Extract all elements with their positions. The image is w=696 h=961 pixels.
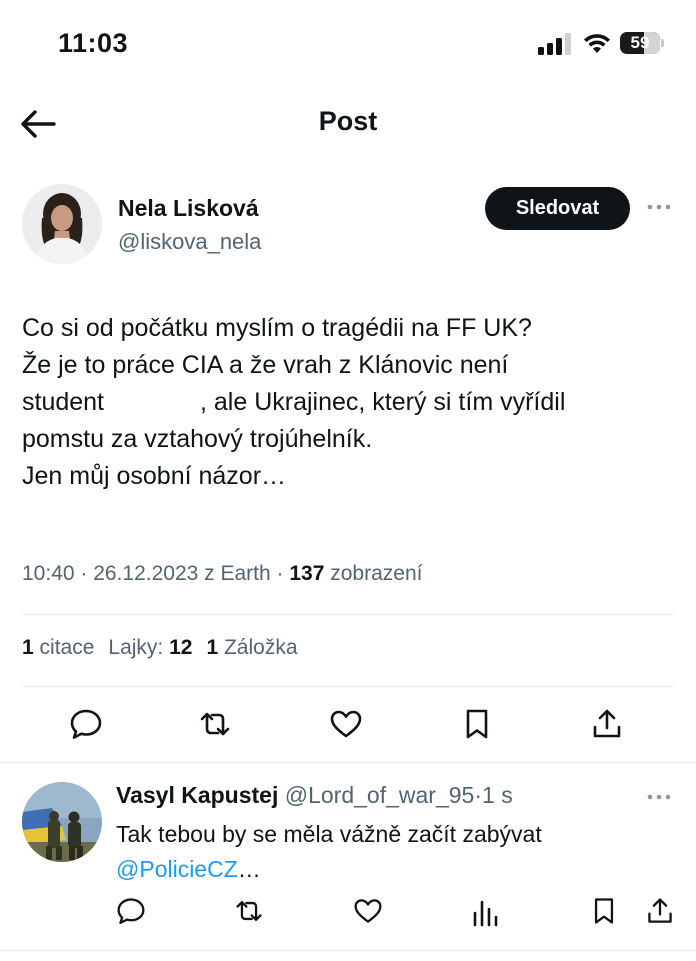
post-text-line: Co si od počátku myslím o tragédii na FF… (22, 314, 532, 342)
likes-label[interactable]: Lajky: (108, 636, 163, 659)
post-stats: 1 citace Lajky: 12 1 Záložka (22, 636, 298, 660)
post-text: Co si od počátku myslím o tragédii na FF… (22, 310, 682, 495)
reply-author-name[interactable]: Vasyl Kapustej (116, 782, 278, 808)
reply-avatar[interactable] (22, 782, 102, 862)
post-text-line: student , ale Ukrajinec, který si tím vyř… (22, 384, 682, 421)
reply-text-line: @PolicieCZ… (116, 852, 676, 887)
author-name[interactable]: Nela Lisková (118, 195, 259, 222)
reply-author-handle[interactable]: @Lord_of_war_95 (285, 782, 475, 808)
post-text-line: Že je to práce CIA a že vrah z Klánovic … (22, 351, 509, 379)
reply-ellipsis: … (237, 856, 261, 882)
share-icon[interactable] (645, 896, 675, 926)
divider (0, 762, 696, 763)
author-handle[interactable]: @liskova_nela (118, 229, 261, 255)
bookmark-icon[interactable] (460, 707, 494, 741)
like-icon[interactable] (329, 707, 363, 741)
bookmarks-count[interactable]: 1 (206, 636, 218, 659)
like-icon[interactable] (353, 896, 383, 926)
follow-button[interactable]: Sledovat (485, 187, 630, 230)
views-icon[interactable] (470, 898, 500, 928)
battery-icon: 59 (620, 32, 666, 54)
post-text-segment: student (22, 388, 105, 416)
bookmarks-label[interactable]: Záložka (224, 636, 298, 659)
post-text-line: pomstu za vztahový trojúhelník. (22, 425, 373, 453)
page-title: Post (318, 106, 378, 136)
reply-text-line: Tak tebou by se měla vážně začít zabývat (116, 821, 542, 847)
wifi-icon (584, 34, 610, 53)
likes-count[interactable]: 12 (169, 636, 192, 659)
post-meta: 10:40 · 26.12.2023 z Earth · 137 zobraze… (22, 562, 422, 586)
status-bar: 11:03 59 (0, 0, 696, 90)
reply-icon[interactable] (69, 707, 103, 741)
post-text-line: Jen můj osobní názor… (22, 462, 287, 490)
post-timestamp[interactable]: 10:40 · 26.12.2023 z Earth · (22, 562, 289, 585)
reply-header: Vasyl Kapustej @Lord_of_war_95·1 s (116, 782, 513, 809)
battery-level: 59 (630, 33, 650, 52)
post-text-segment: , ale Ukrajinec, který si tím vyřídil (200, 388, 566, 416)
author-avatar-image (22, 184, 102, 264)
views-label: zobrazení (330, 562, 423, 585)
reply-time[interactable]: 1 s (482, 782, 513, 808)
divider (22, 614, 674, 615)
reply-avatar-image (22, 782, 102, 862)
reply-time-separator: · (474, 782, 483, 808)
repost-icon[interactable] (234, 896, 264, 926)
reply-icon[interactable] (116, 896, 146, 926)
quotes-count[interactable]: 1 (22, 636, 34, 659)
mention-link[interactable]: @PolicieCZ (116, 856, 238, 882)
divider (22, 686, 674, 687)
bookmark-icon[interactable] (589, 896, 619, 926)
status-time: 11:03 (58, 28, 129, 58)
share-icon[interactable] (590, 707, 624, 741)
views-count: 137 (289, 562, 325, 585)
quotes-label[interactable]: citace (40, 636, 95, 659)
more-dots-icon[interactable] (645, 785, 673, 809)
divider (0, 950, 696, 951)
repost-icon[interactable] (198, 707, 232, 741)
reply-text: Tak tebou by se měla vážně začít zabývat… (116, 817, 676, 887)
more-dots-icon[interactable] (645, 195, 673, 219)
avatar[interactable] (22, 184, 102, 264)
cellular-signal-icon (538, 33, 571, 55)
